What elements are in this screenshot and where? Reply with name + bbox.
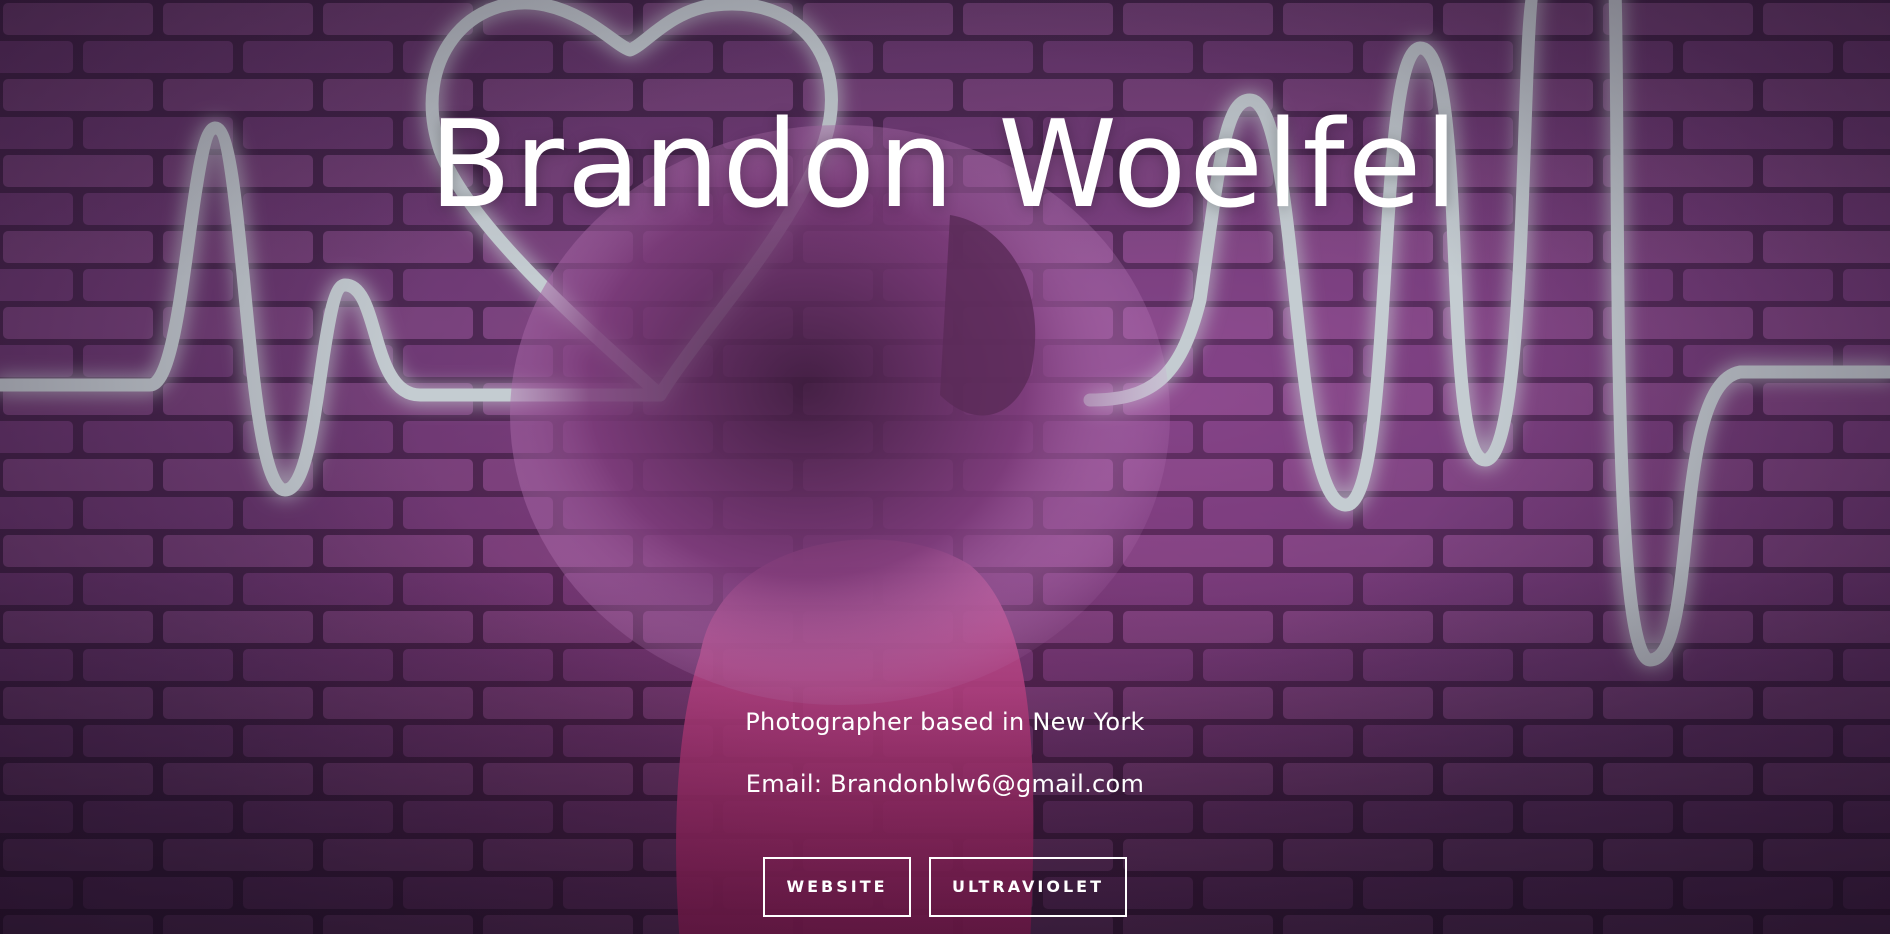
website-button[interactable]: WEBSITE [763, 857, 911, 917]
hero-section: Brandon Woelfel Photographer based in Ne… [0, 0, 1890, 934]
hero-buttons: WEBSITE ULTRAVIOLET [0, 857, 1890, 917]
tagline: Photographer based in New York [745, 708, 1145, 736]
ultraviolet-button[interactable]: ULTRAVIOLET [929, 857, 1127, 917]
email-text: Email: Brandonblw6@gmail.com [745, 770, 1145, 798]
hero-content: Brandon Woelfel Photographer based in Ne… [0, 0, 1890, 934]
site-title: Brandon Woelfel [429, 96, 1461, 235]
